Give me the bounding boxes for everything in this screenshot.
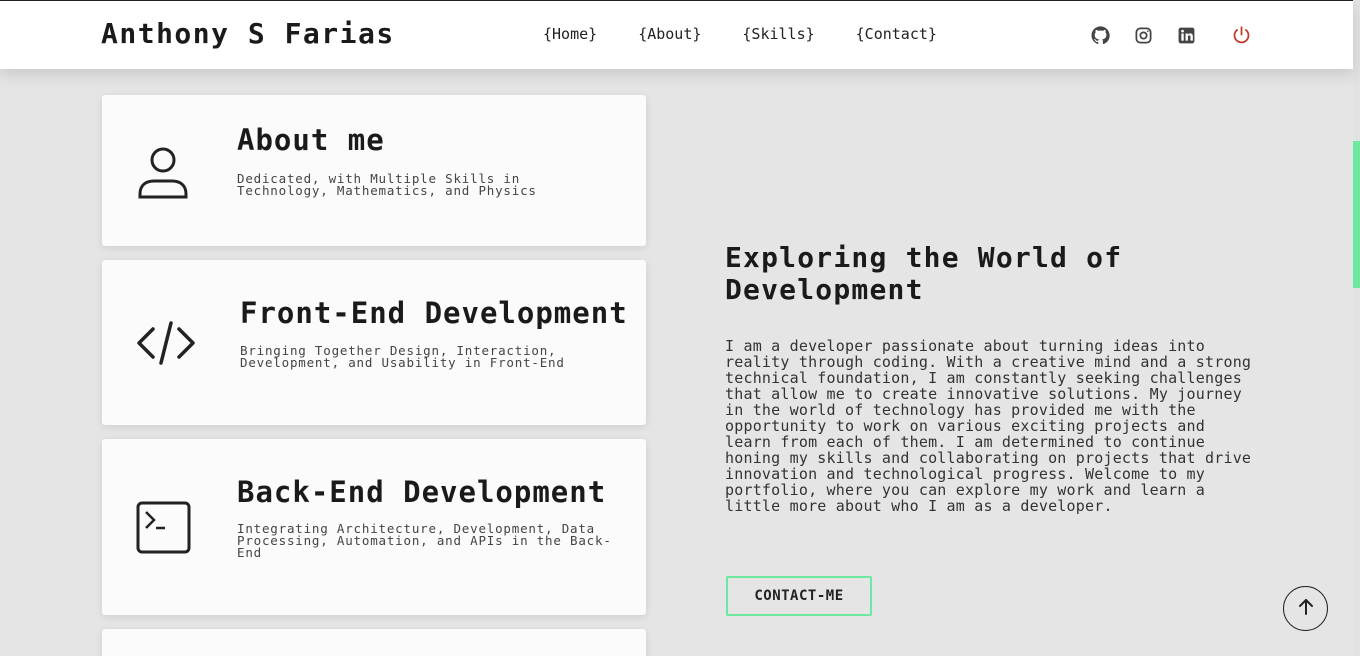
nav-link-about[interactable]: {About}: [638, 25, 701, 43]
linkedin-icon[interactable]: [1176, 25, 1196, 45]
card-description: Dedicated, with Multiple Skills in Techn…: [237, 171, 537, 198]
hero-text: I am a developer passionate about turnin…: [725, 337, 1252, 515]
social-links: [1090, 25, 1219, 45]
card-back-end[interactable]: Back-End Development Integrating Archite…: [102, 439, 646, 615]
power-icon[interactable]: [1231, 25, 1252, 46]
hero-title: Exploring the World of Development: [725, 241, 1123, 306]
card-title: Front-End Development: [240, 296, 628, 330]
github-icon[interactable]: [1090, 25, 1110, 45]
card-partial[interactable]: [102, 629, 646, 656]
arrow-up-icon: [1296, 597, 1316, 621]
main-nav: {Home} {About} {Skills} {Contact}: [543, 25, 978, 43]
page-scrollbar[interactable]: [1353, 0, 1360, 656]
card-title: Back-End Development: [237, 475, 607, 509]
nav-link-home[interactable]: {Home}: [543, 25, 597, 43]
site-header: Anthony S Farias {Home} {About} {Skills}…: [0, 1, 1353, 69]
code-icon: [136, 320, 196, 370]
scrollbar-thumb[interactable]: [1353, 141, 1360, 288]
nav-link-skills[interactable]: {Skills}: [742, 25, 814, 43]
site-brand[interactable]: Anthony S Farias: [101, 17, 395, 50]
card-front-end[interactable]: Front-End Development Bringing Together …: [102, 260, 646, 425]
card-title: About me: [237, 123, 385, 157]
terminal-icon: [136, 501, 192, 559]
nav-link-contact[interactable]: {Contact}: [856, 25, 937, 43]
card-description: Integrating Architecture, Development, D…: [237, 521, 612, 560]
scroll-to-top-button[interactable]: [1283, 586, 1328, 631]
card-about[interactable]: About me Dedicated, with Multiple Skills…: [102, 95, 646, 246]
contact-me-button[interactable]: CONTACT-ME: [726, 576, 872, 616]
instagram-icon[interactable]: [1133, 25, 1153, 45]
card-description: Bringing Together Design, Interaction, D…: [240, 343, 565, 370]
user-icon: [136, 145, 190, 203]
